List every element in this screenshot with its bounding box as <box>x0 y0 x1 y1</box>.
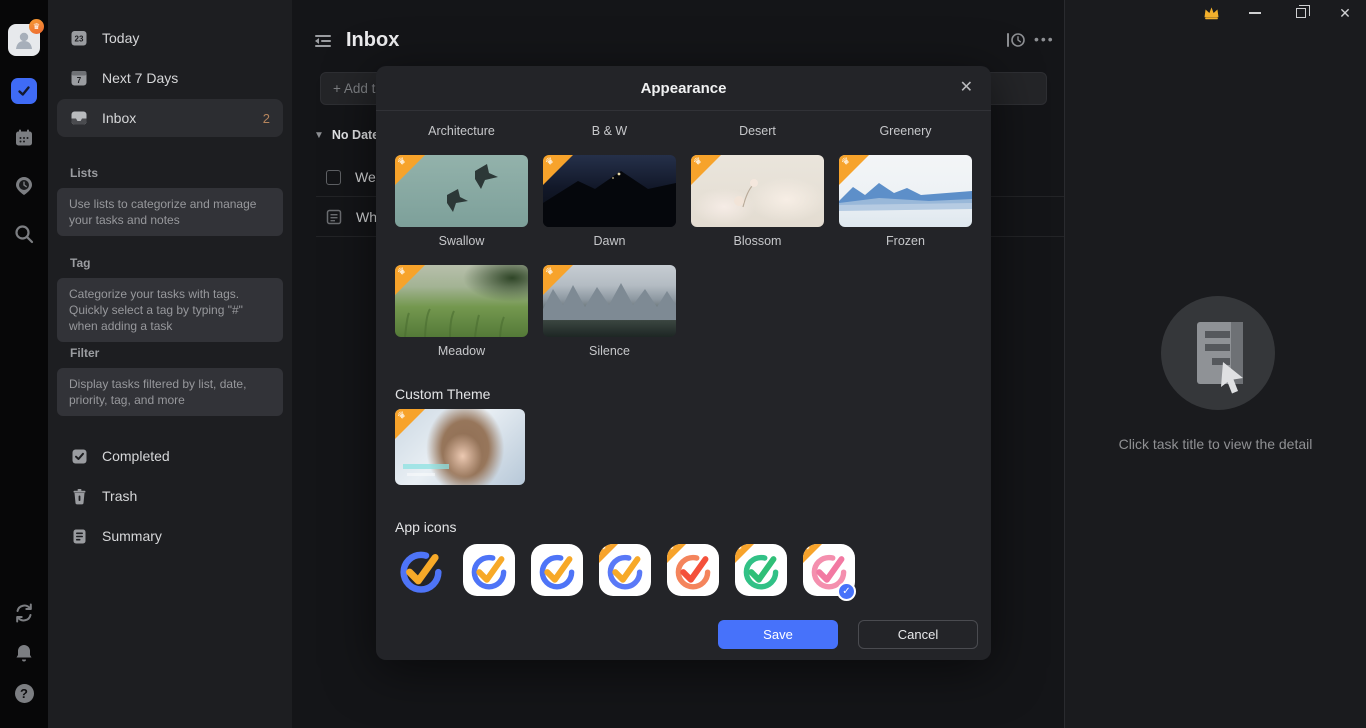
svg-text:7: 7 <box>77 76 82 85</box>
sidebar-item-next7days[interactable]: 7 Next 7 Days <box>57 59 283 97</box>
app-icon-orange-premium[interactable] <box>667 544 719 596</box>
nav-panel: 23 Today 7 Next 7 Days Inbox <box>48 0 292 728</box>
inbox-icon <box>70 109 88 127</box>
inbox-count-badge: 2 <box>263 111 270 126</box>
sidebar-item-label: Summary <box>102 528 162 544</box>
detail-panel: Click task title to view the detail <box>1064 0 1366 728</box>
theme-label: Blossom <box>691 234 824 248</box>
group-header-no-date[interactable]: ▼ No Date <box>314 128 379 142</box>
document-with-cursor-icon <box>1161 296 1275 410</box>
group-label: No Date <box>332 128 379 142</box>
theme-label: Desert <box>691 124 824 138</box>
divider <box>376 110 991 111</box>
theme-label: Meadow <box>395 344 528 358</box>
appearance-dialog: Appearance ✕ Architecture B & W Desert G… <box>376 66 991 660</box>
custom-theme-heading: Custom Theme <box>395 386 490 402</box>
svg-text:23: 23 <box>75 35 84 44</box>
app-icon-blue-rounded[interactable] <box>531 544 583 596</box>
theme-label: B & W <box>543 124 676 138</box>
rail-help-button[interactable]: ? <box>12 681 36 705</box>
theme-thumbnail-frozen[interactable] <box>839 155 972 227</box>
dialog-title: Appearance <box>376 80 991 97</box>
sync-icon <box>13 602 35 624</box>
sidebar-item-inbox[interactable]: Inbox 2 <box>57 99 283 137</box>
app-rail: ♛ <box>0 0 48 728</box>
chevron-down-icon: ▼ <box>314 130 324 141</box>
sidebar-item-label: Inbox <box>102 110 136 126</box>
calendar-week-icon: 7 <box>70 69 88 87</box>
note-icon <box>326 209 342 225</box>
calendar-icon <box>13 127 35 149</box>
rail-focus-button[interactable] <box>12 174 36 198</box>
sort-clock-icon[interactable] <box>1006 31 1026 54</box>
watermark-text <box>403 464 449 469</box>
calendar-day-23-icon: 23 <box>70 29 88 47</box>
checkbox-checked-icon <box>70 447 88 465</box>
avatar[interactable]: ♛ <box>8 24 40 56</box>
filter-hint: Display tasks filtered by list, date, pr… <box>57 368 283 416</box>
rail-search-button[interactable] <box>12 222 36 246</box>
search-icon <box>13 223 35 245</box>
app-icon-green-premium[interactable] <box>735 544 787 596</box>
theme-thumbnail-meadow[interactable] <box>395 265 528 337</box>
empty-state-text: Click task title to view the detail <box>1065 436 1366 452</box>
section-label-lists: Lists <box>70 166 98 180</box>
theme-thumbnail-dawn[interactable] <box>543 155 676 227</box>
summary-icon <box>70 527 88 545</box>
sidebar-item-today[interactable]: 23 Today <box>57 19 283 57</box>
app-icon-blue-premium[interactable] <box>599 544 651 596</box>
premium-crown-icon[interactable] <box>1200 0 1222 26</box>
app-icon-classic[interactable] <box>395 544 447 596</box>
sidebar-item-label: Completed <box>102 448 170 464</box>
restore-button[interactable] <box>1292 0 1310 26</box>
app-icons-heading: App icons <box>395 519 456 535</box>
premium-corner-badge <box>395 409 425 439</box>
watermark-text <box>407 473 435 476</box>
page-title: Inbox <box>346 29 399 52</box>
sidebar-item-summary[interactable]: Summary <box>57 517 283 555</box>
selected-check-badge: ✓ <box>837 582 856 601</box>
sidebar-item-label: Today <box>102 30 139 46</box>
minimize-button[interactable] <box>1246 0 1264 26</box>
more-options-icon[interactable]: ••• <box>1034 31 1055 47</box>
sidebar-item-trash[interactable]: Trash <box>57 477 283 515</box>
lists-hint: Use lists to categorize and manage your … <box>57 188 283 236</box>
bell-icon <box>13 642 35 664</box>
check-icon <box>16 83 32 99</box>
empty-state-illustration <box>1161 296 1275 415</box>
sidebar-item-label: Trash <box>102 488 137 504</box>
section-label-tag: Tag <box>70 256 90 270</box>
focus-pin-clock-icon <box>13 175 35 197</box>
custom-theme-thumbnail[interactable] <box>395 409 525 485</box>
theme-label: Swallow <box>395 234 528 248</box>
theme-label: Dawn <box>543 234 676 248</box>
section-label-filter: Filter <box>70 346 99 360</box>
theme-label: Frozen <box>839 234 972 248</box>
close-window-button[interactable]: ✕ <box>1336 0 1354 26</box>
rail-calendar-button[interactable] <box>12 126 36 150</box>
rail-tasks-active[interactable] <box>11 78 37 104</box>
rail-notifications-button[interactable] <box>12 641 36 665</box>
tag-hint: Categorize your tasks with tags. Quickly… <box>57 278 283 342</box>
trash-icon <box>70 487 88 505</box>
cancel-button[interactable]: Cancel <box>858 620 978 649</box>
theme-thumbnail-blossom[interactable] <box>691 155 824 227</box>
theme-thumbnail-swallow[interactable] <box>395 155 528 227</box>
sidebar-item-completed[interactable]: Completed <box>57 437 283 475</box>
sidebar-item-label: Next 7 Days <box>102 70 178 86</box>
help-icon: ? <box>15 684 34 703</box>
theme-label: Greenery <box>839 124 972 138</box>
premium-crown-badge: ♛ <box>29 19 44 34</box>
save-button[interactable]: Save <box>718 620 838 649</box>
theme-label: Silence <box>543 344 676 358</box>
app-window: ♛ <box>0 0 1366 728</box>
theme-thumbnail-silence[interactable] <box>543 265 676 337</box>
task-checkbox[interactable] <box>326 170 341 185</box>
close-dialog-icon[interactable]: ✕ <box>960 77 973 97</box>
rail-sync-button[interactable] <box>12 601 36 625</box>
app-icon-blue[interactable] <box>463 544 515 596</box>
sidebar-toggle-icon[interactable] <box>314 33 333 54</box>
theme-label: Architecture <box>395 124 528 138</box>
